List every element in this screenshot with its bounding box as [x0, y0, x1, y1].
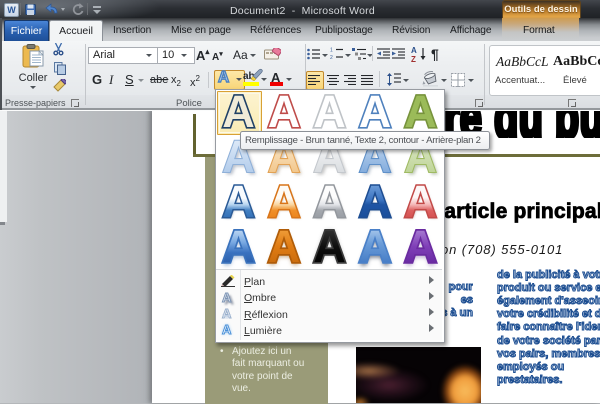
svg-text:2: 2	[330, 55, 333, 60]
svg-text:1: 1	[330, 48, 333, 54]
